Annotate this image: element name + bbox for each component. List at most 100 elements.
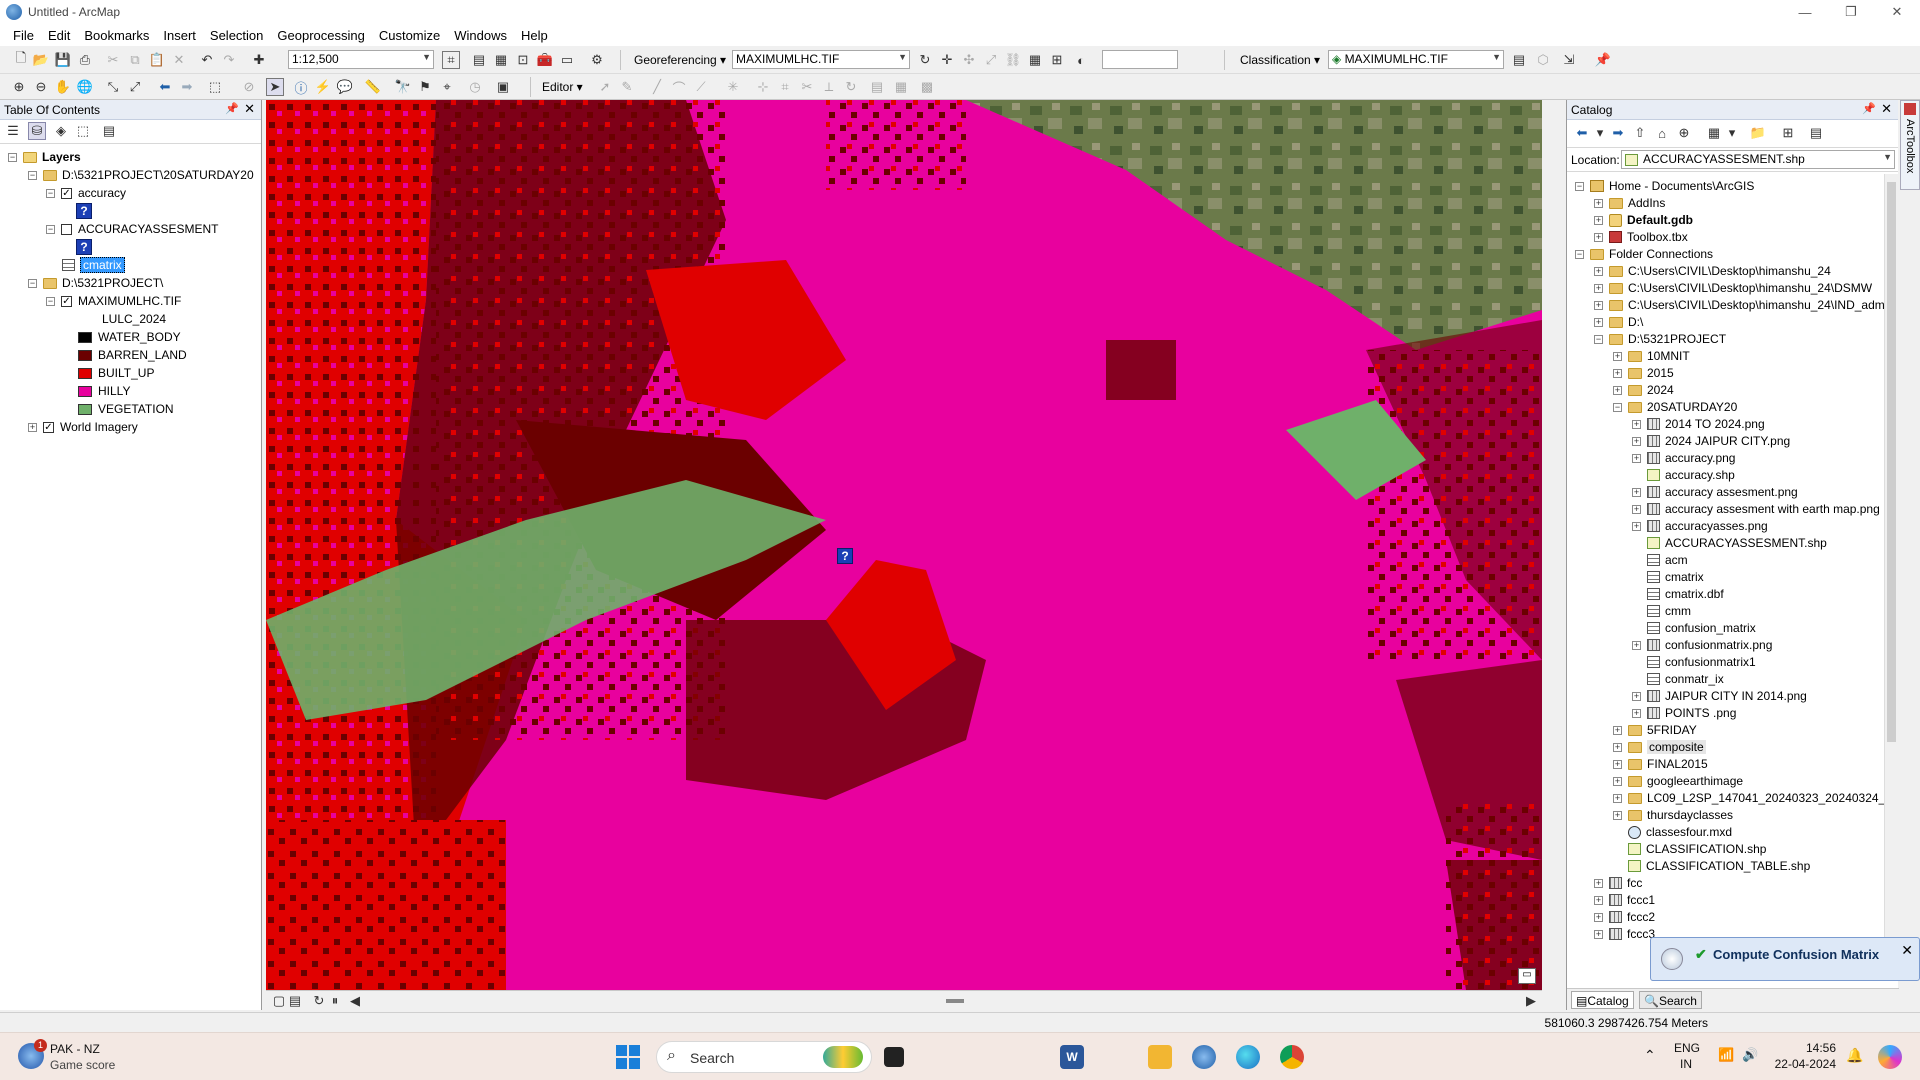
menu-geoprocessing[interactable]: Geoprocessing [270, 28, 371, 43]
catalog-item[interactable]: + fccc1 [1594, 891, 1655, 909]
sketch-properties-icon[interactable]: ▦ [892, 78, 910, 96]
save-icon[interactable]: 💾 [54, 51, 72, 69]
collapse-icon[interactable]: − [1575, 249, 1584, 259]
map-scale-combo[interactable]: 1:12,500 ▼ [288, 50, 434, 69]
catalog-item[interactable]: accuracy.shp [1632, 466, 1735, 484]
catalog-item[interactable]: acm [1632, 551, 1688, 569]
location-combo[interactable]: ACCURACYASSESMENT.shp ▼ [1621, 150, 1895, 169]
expand-icon[interactable]: + [1613, 368, 1622, 378]
expand-icon[interactable]: + [1632, 487, 1641, 497]
catalog-item[interactable]: cmatrix.dbf [1632, 585, 1724, 603]
chevron-down-icon[interactable]: ▾ [1723, 124, 1741, 142]
expand-icon[interactable]: + [1632, 640, 1641, 650]
magnifier-window-icon[interactable]: ▭ [1518, 968, 1536, 984]
python-window-icon[interactable]: ▭ [558, 51, 576, 69]
home-icon[interactable]: ⌂ [1653, 124, 1671, 142]
options-icon[interactable]: ▤ [1807, 124, 1825, 142]
expand-icon[interactable]: + [1613, 725, 1622, 735]
find-icon[interactable]: 🔭 [394, 78, 412, 96]
collapse-icon[interactable]: − [46, 224, 55, 234]
catalog-item[interactable]: + fcc [1594, 874, 1642, 892]
catalog-item[interactable]: + accuracy assesment.png [1632, 483, 1798, 501]
tab-search[interactable]: 🔍 Search [1639, 991, 1702, 1009]
go-to-xy-icon[interactable]: ⌖ [438, 78, 456, 96]
tree-icon[interactable]: ⊞ [1779, 124, 1797, 142]
chevron-down-icon[interactable]: ▾ [1591, 124, 1609, 142]
expand-icon[interactable]: + [1632, 504, 1641, 514]
expand-icon[interactable]: + [1613, 385, 1622, 395]
catalog-item[interactable]: + D:\ [1594, 313, 1643, 331]
pan-icon[interactable]: ✋ [54, 78, 72, 96]
toc-window-icon[interactable]: ▤ [470, 51, 488, 69]
fixed-zoom-in-icon[interactable]: ⤡ [104, 78, 122, 96]
chrome-icon[interactable] [1280, 1045, 1304, 1069]
straight-segment-icon[interactable]: ╱ [648, 78, 666, 96]
expand-icon[interactable]: + [1594, 912, 1603, 922]
toc-layer-accuracyassesment[interactable]: − ACCURACYASSESMENT [46, 220, 218, 238]
back-extent-icon[interactable]: ⬅ [156, 78, 174, 96]
language-line-1[interactable]: ENG [1674, 1041, 1700, 1055]
copy-icon[interactable]: ⧉ [126, 51, 144, 69]
layout-view-icon[interactable]: ▤ [286, 992, 304, 1010]
legend-item[interactable]: WATER_BODY [78, 328, 181, 346]
legend-item[interactable]: HILLY [78, 382, 130, 400]
catalog-item[interactable]: classesfour.mxd [1613, 823, 1732, 841]
volume-icon[interactable]: 🔊 [1742, 1047, 1758, 1063]
catalog-item[interactable]: + C:\Users\CIVIL\Desktop\himanshu_24\DSMW [1594, 279, 1872, 297]
wifi-icon[interactable]: 📶 [1718, 1047, 1734, 1063]
undo-icon[interactable]: ↶ [198, 51, 216, 69]
catalog-item[interactable]: +2024 [1613, 381, 1674, 399]
legend-item[interactable]: VEGETATION [78, 400, 174, 418]
transparency-field[interactable] [1102, 50, 1178, 69]
shift-icon[interactable]: ✣ [960, 51, 978, 69]
expand-icon[interactable]: + [1613, 776, 1622, 786]
expand-icon[interactable]: + [1594, 283, 1603, 293]
catalog-item[interactable]: conmatr_ix [1632, 670, 1724, 688]
point-icon[interactable]: ✳ [724, 78, 742, 96]
collapse-icon[interactable]: − [28, 278, 37, 288]
print-icon[interactable]: ⎙ [76, 51, 94, 69]
expand-icon[interactable]: + [1632, 521, 1641, 531]
catalog-item[interactable]: +2014 TO 2024.png [1632, 415, 1765, 433]
catalog-item[interactable]: + JAIPUR CITY IN 2014.png [1632, 687, 1807, 705]
minimize-button[interactable]: — [1782, 0, 1828, 24]
expand-icon[interactable]: + [1613, 351, 1622, 361]
expand-icon[interactable]: + [1632, 436, 1641, 446]
catalog-item[interactable]: cmatrix [1632, 568, 1704, 586]
paste-icon[interactable]: 📋 [148, 51, 166, 69]
collapse-icon[interactable]: − [1613, 402, 1622, 412]
collapse-icon[interactable]: − [8, 152, 17, 162]
create-viewer-icon[interactable]: ▣ [494, 78, 512, 96]
toc-layer-basemap[interactable]: + ✓ World Imagery [28, 418, 138, 436]
collapse-icon[interactable]: − [1594, 334, 1603, 344]
menu-windows[interactable]: Windows [447, 28, 514, 43]
maximize-button[interactable]: ❐ [1828, 0, 1874, 24]
scrollbar-thumb[interactable] [1887, 182, 1896, 742]
html-popup-icon[interactable]: 💬 [336, 78, 354, 96]
options-icon[interactable]: ▤ [100, 122, 118, 140]
expand-icon[interactable]: + [1632, 708, 1641, 718]
catalog-item[interactable]: + AddIns [1594, 194, 1665, 212]
editor-menu[interactable]: Editor ▾ [542, 80, 583, 94]
training-sample-manager-icon[interactable]: ▤ [1510, 51, 1528, 69]
edit-tool-icon[interactable]: ➚ [596, 78, 614, 96]
catalog-item[interactable]: + LC09_L2SP_147041_20240323_20240324_02_T [1613, 789, 1885, 807]
expand-icon[interactable]: + [1632, 453, 1641, 463]
split-icon[interactable]: ⟂ [820, 78, 838, 96]
menu-help[interactable]: Help [514, 28, 555, 43]
catalog-item[interactable]: + thursdayclasses [1613, 806, 1733, 824]
geoprocessing-notification[interactable]: ✔ Compute Confusion Matrix ✕ [1650, 937, 1920, 981]
map-view[interactable]: ? ▭ [266, 100, 1542, 990]
catalog-window-icon[interactable]: ▦ [492, 51, 510, 69]
fixed-zoom-out-icon[interactable]: ⤢ [126, 78, 144, 96]
catalog-item[interactable]: + composite [1613, 738, 1706, 756]
expand-icon[interactable]: + [1594, 929, 1603, 939]
georeferencing-menu[interactable]: Georeferencing ▾ [634, 53, 726, 67]
select-features-icon[interactable]: ⬚ [206, 78, 224, 96]
new-icon[interactable]: 🗋 [12, 50, 30, 69]
rotate-icon[interactable]: ↻ [916, 51, 934, 69]
edit-vertices-icon[interactable]: ⊹ [754, 78, 772, 96]
menu-edit[interactable]: Edit [41, 28, 77, 43]
close-icon[interactable]: ✕ [244, 101, 255, 117]
time-slider-icon[interactable]: ◷ [466, 78, 484, 96]
